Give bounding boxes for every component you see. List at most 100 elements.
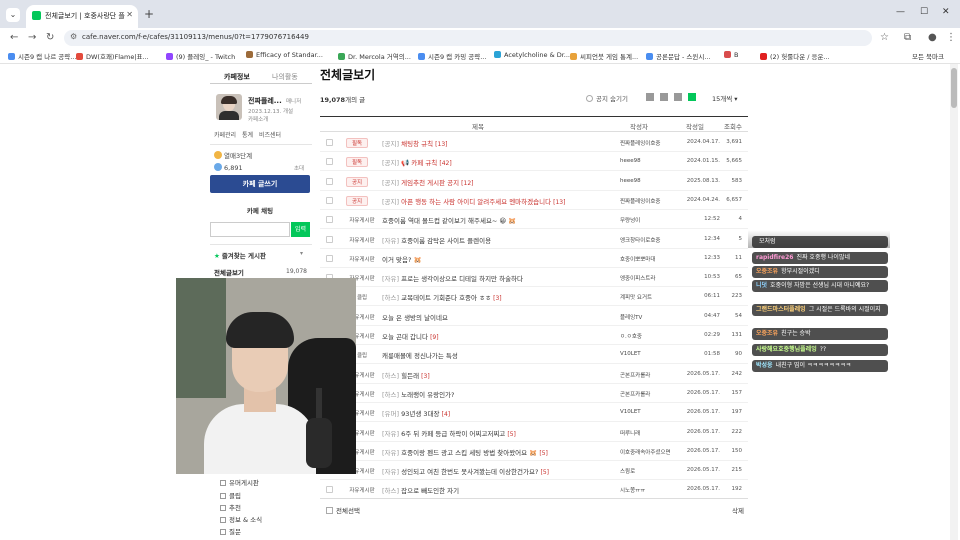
bookmark-item[interactable]: 공론문답 - 스윈시... bbox=[646, 51, 711, 61]
bookmark-item[interactable]: Dr. Mercola 거역의... bbox=[338, 51, 411, 61]
post-subject-link[interactable]: [하스] 잡으로 빼도인한 자기 bbox=[382, 485, 612, 495]
bookmark-item[interactable]: 시즌9 캡 나르 공략... bbox=[8, 51, 76, 61]
post-author[interactable]: heee98 bbox=[620, 158, 686, 164]
board-name[interactable]: 자유게시판 bbox=[342, 236, 382, 244]
post-author[interactable]: 엥크창타이로호중 bbox=[620, 236, 686, 244]
bookmark-item[interactable]: (2) 헛룰다운 / 응운... bbox=[760, 51, 830, 61]
maximize-icon[interactable]: ☐ bbox=[920, 7, 928, 17]
post-subject-link[interactable]: 캐릎매몰에 정신나가는 특성 bbox=[382, 350, 612, 360]
post-subject-link[interactable]: 오늘 곤대 갑니다 [9] bbox=[382, 331, 612, 341]
forward-icon[interactable]: → bbox=[28, 32, 36, 43]
chat-send-button[interactable]: 입력 bbox=[291, 222, 310, 237]
profile-avatar-icon[interactable]: ● bbox=[928, 32, 937, 43]
tab-close-icon[interactable]: ✕ bbox=[126, 10, 133, 19]
favorite-boards-header[interactable]: ★ 즐겨찾는 게시판 bbox=[214, 250, 266, 260]
post-author[interactable]: V10LET bbox=[620, 351, 686, 357]
manager-name[interactable]: 전짜플레... bbox=[248, 96, 282, 106]
post-subject-link[interactable]: [자유] 호중이랑 펜드 광고 스킵 세팅 방법 찾아왔어요 🐹 [5] bbox=[382, 447, 612, 457]
table-row[interactable]: 자유게시판 오늘 곤대 갑니다 [9] ㅇ.ㅇ호중 02:29 131 bbox=[320, 327, 748, 345]
write-post-button[interactable]: 카페 글쓰기 bbox=[210, 175, 310, 193]
tab-cafe-info[interactable]: 카페정보 bbox=[224, 72, 250, 82]
post-subject-link[interactable]: [공지] 아픈 행동 하는 사람 아이디 알려주세요 멘마하겠습니다 [13] bbox=[382, 196, 612, 206]
table-row[interactable]: 자유게시판 이거 맞음? 🐹 호중이뽀뽀마대 12:33 11 bbox=[320, 250, 748, 268]
back-icon[interactable]: ← bbox=[10, 32, 18, 43]
post-subject-link[interactable]: [하스] 노래랭이 유랑인가? bbox=[382, 389, 612, 399]
new-tab-icon[interactable]: + bbox=[144, 7, 154, 21]
post-author[interactable]: 시노쫑ㅠㅠ bbox=[620, 486, 686, 494]
reload-icon[interactable]: ↻ bbox=[46, 32, 54, 43]
all-bookmarks-folder[interactable]: 모든 북마크 bbox=[912, 51, 944, 61]
invite-link[interactable]: 초대 bbox=[294, 164, 304, 172]
table-row[interactable]: 공지 [공지] 아픈 행동 하는 사람 아이디 알려주세요 멘마하겠습니다 [13… bbox=[320, 192, 748, 210]
post-author[interactable]: V10LET bbox=[620, 409, 686, 415]
post-author[interactable]: 찐짜플레잉이호중 bbox=[620, 139, 686, 147]
post-author[interactable]: 곤본프카롤라 bbox=[620, 371, 686, 379]
table-row[interactable]: 자유게시판 [하스] 노래랭이 유랑인가? 곤본프카롤라 2026.05.17. 15… bbox=[320, 385, 748, 403]
post-subject-link[interactable]: [자유] 프로는 생각이상으로 디테일 하지만 하술하다 bbox=[382, 273, 612, 283]
sidebar-item[interactable]: 정보 & 소식 bbox=[220, 514, 262, 524]
post-author[interactable]: 무량넝이 bbox=[620, 216, 686, 224]
post-subject-link[interactable]: [자유] 성인되고 여친 한번도 못사겨봤는데 이상한건가요? [5] bbox=[382, 466, 612, 476]
delete-button[interactable]: 삭제 bbox=[732, 505, 744, 515]
row-checkbox[interactable] bbox=[326, 216, 333, 224]
extensions-icon[interactable]: ⧉ bbox=[904, 32, 911, 43]
grid-view-icon[interactable] bbox=[674, 93, 682, 101]
row-checkbox[interactable] bbox=[326, 486, 333, 494]
sidebar-item[interactable]: 질문 bbox=[220, 526, 241, 536]
bookmark-star-icon[interactable]: ☆ bbox=[880, 32, 889, 43]
card-view-icon[interactable] bbox=[660, 93, 668, 101]
bookmark-item[interactable]: 시즌9 캡 카밍 공략... bbox=[418, 51, 486, 61]
board-name[interactable]: 자유게시판 bbox=[342, 216, 382, 224]
table-row[interactable]: 필독 [공지] 채팅창 규칙 [13] 찐짜플레잉이호중 2024.04.17. 3,6… bbox=[320, 134, 748, 152]
post-subject-link[interactable]: 이거 맞음? 🐹 bbox=[382, 254, 612, 264]
sidebar-item[interactable]: 추천 bbox=[220, 502, 241, 512]
table-row[interactable]: 자유게시판 [자유] 프로는 생각이상으로 디테일 하지만 하술하다 엥중이피스트… bbox=[320, 269, 748, 288]
biz-center-link[interactable]: 비즈센터 bbox=[259, 132, 281, 139]
row-checkbox[interactable] bbox=[326, 158, 333, 166]
post-subject-link[interactable]: 오늘 은 생방의 날이네요 bbox=[382, 312, 612, 322]
row-checkbox[interactable] bbox=[326, 139, 333, 146]
bookmark-item[interactable]: Acetylcholine & Dr... bbox=[494, 51, 570, 59]
post-author[interactable]: 떠루니래 bbox=[620, 429, 686, 437]
page-scrollbar[interactable] bbox=[950, 64, 958, 540]
table-row[interactable]: 자유게시판 [하스] 잡으로 빼도인한 자기 시노쫑ㅠㅠ 2026.05.17. 19… bbox=[320, 481, 748, 500]
table-row[interactable]: 자유게시판 [자유] 호중이랑 펜드 광고 스킵 세팅 방법 찾아왔어요 🐹 [5… bbox=[320, 443, 748, 461]
list-view-icon[interactable] bbox=[688, 93, 696, 101]
cafe-manage-link[interactable]: 카페관리 bbox=[214, 132, 236, 139]
post-subject-link[interactable]: [하스] 교목데이트 기회준다 호중아 ㅎㅎ [3] bbox=[382, 292, 612, 302]
chat-input[interactable] bbox=[210, 222, 290, 237]
table-row[interactable]: 공지 [공지] 게임추천 게시판 공지 [12] heee98 2025.08.13.… bbox=[320, 173, 748, 191]
minimize-icon[interactable]: — bbox=[896, 7, 905, 17]
post-subject-link[interactable]: [공지] 📢 카페 규칙 [42] bbox=[382, 157, 612, 167]
row-checkbox[interactable] bbox=[326, 254, 333, 262]
table-row[interactable]: 자유게시판 호중이룸 역대 몰드컵 같이보기 해주세요~ 😀 🐹 무량넝이 12:… bbox=[320, 211, 748, 230]
post-subject-link[interactable]: [하스] 힐든래 [3] bbox=[382, 370, 612, 380]
post-author[interactable]: 호중이뽀뽀마대 bbox=[620, 255, 686, 263]
row-checkbox[interactable] bbox=[326, 235, 333, 243]
post-author[interactable]: ㅇ.ㅇ호중 bbox=[620, 332, 686, 340]
hide-notice-toggle[interactable]: 공지 숨기기 bbox=[586, 93, 628, 103]
post-subject-link[interactable]: 호중이룸 역대 몰드컵 같이보기 해주세요~ 😀 🐹 bbox=[382, 215, 612, 225]
tab-my-activity[interactable]: 나의활동 bbox=[272, 72, 298, 82]
table-row[interactable]: 클립 캐릎매몰에 정신나가는 특성 V10LET 01:58 90 bbox=[320, 346, 748, 365]
post-author[interactable]: 이호중래속아주셨으면 bbox=[620, 448, 686, 456]
table-row[interactable]: 자유게시판 오늘 은 생방의 날이네요 플레잉TV 04:47 54 bbox=[320, 308, 748, 326]
sidebar-item-all-posts[interactable]: 전체글보기 bbox=[214, 267, 244, 277]
post-author[interactable]: heee98 bbox=[620, 178, 686, 184]
post-author[interactable]: 스윙로 bbox=[620, 467, 686, 475]
bookmark-item[interactable]: B bbox=[724, 51, 738, 59]
browser-tab-active[interactable]: 전체글보기 | 호중사랑단 플레잉 ✕ bbox=[26, 5, 138, 28]
post-subject-link[interactable]: [공지] 게임추천 게시판 공지 [12] bbox=[382, 177, 612, 187]
bookmark-item[interactable]: Efficacy of Standar... bbox=[246, 51, 323, 59]
sidebar-item[interactable]: 클립 bbox=[220, 490, 241, 500]
board-name[interactable]: 자유게시판 bbox=[342, 255, 382, 263]
tab-search-icon[interactable]: ⌄ bbox=[6, 8, 20, 22]
post-author[interactable]: 엥중이피스트라 bbox=[620, 274, 686, 282]
close-window-icon[interactable]: ✕ bbox=[942, 7, 950, 17]
omnibox[interactable]: ⚙ cafe.naver.com/f-e/cafes/31109113/menu… bbox=[64, 30, 872, 46]
table-row[interactable]: 자유게시판 [자유] 성인되고 여친 한번도 못사겨봤는데 이상한건가요? [5]… bbox=[320, 462, 748, 481]
post-author[interactable]: 찐짜플레잉이호중 bbox=[620, 197, 686, 205]
row-checkbox[interactable] bbox=[326, 196, 333, 204]
member-count[interactable]: 6,891 bbox=[214, 163, 243, 172]
table-row[interactable]: 자유게시판 [하스] 힐든래 [3] 곤본프카롤라 2026.05.17. 242 bbox=[320, 366, 748, 384]
